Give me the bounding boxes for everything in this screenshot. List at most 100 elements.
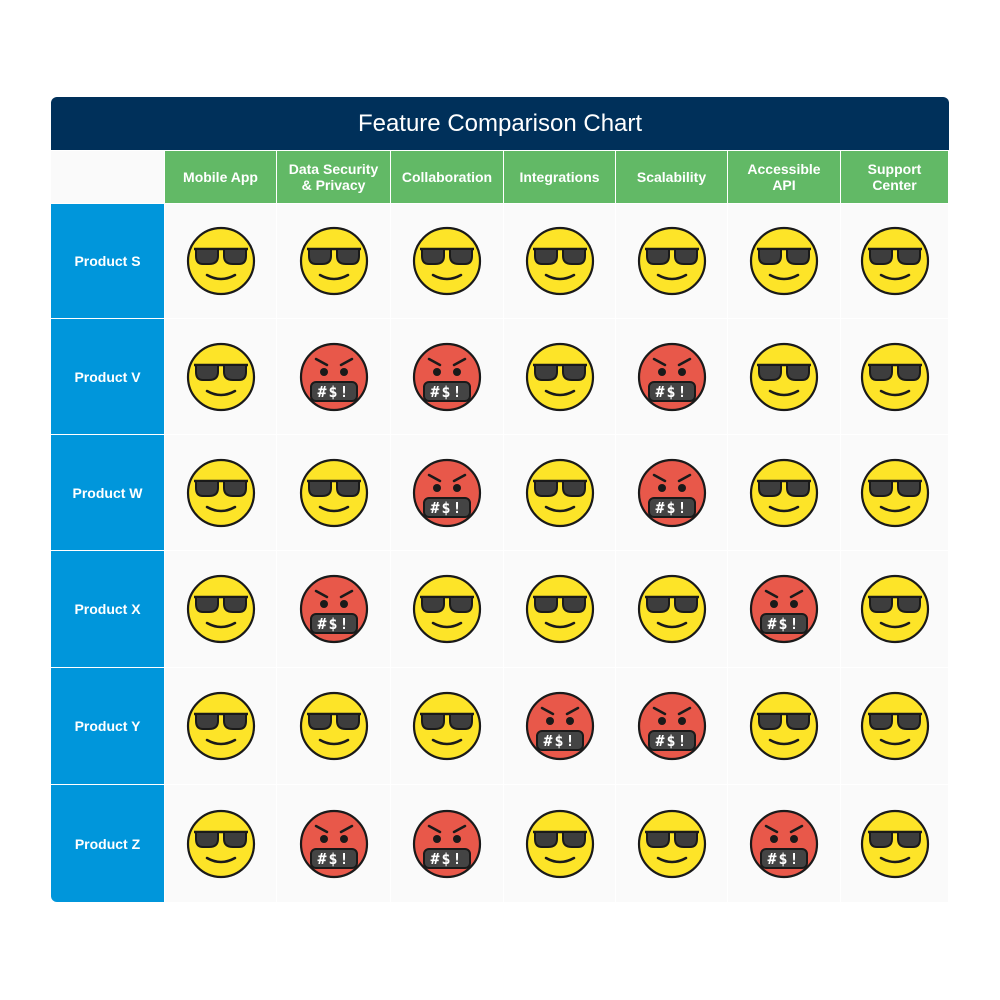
column-header-label: Scalability	[636, 169, 707, 185]
smiling-face-with-sunglasses-icon	[860, 691, 929, 761]
rating-cell: #$!	[728, 551, 840, 667]
symbols-text: #$!	[317, 615, 350, 633]
symbols-text: #$!	[317, 383, 350, 401]
face-with-symbols-on-mouth-icon: #$!	[749, 574, 819, 644]
rating-cell	[841, 319, 948, 434]
rating-cell	[616, 204, 727, 318]
rating-cell	[504, 435, 615, 550]
rating-cell: #$!	[277, 785, 390, 902]
rating-cell	[165, 551, 276, 667]
rating-cell	[728, 319, 840, 434]
column-header-label: Center	[872, 177, 917, 193]
rating-cell	[165, 435, 276, 550]
column-header-label: Collaboration	[401, 169, 493, 185]
smiling-face-with-sunglasses-icon	[186, 691, 255, 761]
smiling-face-with-sunglasses-icon	[637, 574, 706, 644]
rating-cell	[165, 204, 276, 318]
rating-cell: #$!	[391, 785, 503, 902]
smiling-face-with-sunglasses-icon	[637, 226, 706, 296]
row-header: Product X	[51, 551, 164, 667]
smiling-face-with-sunglasses-icon	[749, 226, 819, 296]
column-header-label: Mobile App	[183, 169, 258, 185]
chart-title: Feature Comparison Chart	[51, 97, 949, 150]
rating-cell	[728, 204, 840, 318]
smiling-face-with-sunglasses-icon	[525, 226, 594, 296]
smiling-face-with-sunglasses-icon	[186, 226, 255, 296]
symbols-text: #$!	[430, 499, 463, 517]
row-header: Product S	[51, 204, 164, 318]
face-with-symbols-on-mouth-icon: #$!	[299, 809, 368, 878]
smiling-face-with-sunglasses-icon	[299, 226, 368, 296]
rating-cell	[841, 551, 948, 667]
rating-cell	[165, 668, 276, 784]
symbols-text: #$!	[430, 850, 463, 868]
rating-cell	[616, 785, 727, 902]
smiling-face-with-sunglasses-icon	[299, 691, 368, 761]
rating-cell	[277, 435, 390, 550]
smiling-face-with-sunglasses-icon	[186, 458, 255, 527]
symbols-text: #$!	[767, 850, 800, 868]
rating-cell	[391, 551, 503, 667]
rating-cell	[391, 668, 503, 784]
row-header: Product Z	[51, 785, 164, 902]
smiling-face-with-sunglasses-icon	[186, 342, 255, 411]
smiling-face-with-sunglasses-icon	[749, 342, 819, 411]
smiling-face-with-sunglasses-icon	[860, 458, 929, 527]
smiling-face-with-sunglasses-icon	[860, 226, 929, 296]
smiling-face-with-sunglasses-icon	[186, 574, 255, 644]
column-header: Mobile App	[165, 151, 276, 203]
column-header-label: API	[772, 177, 796, 193]
face-with-symbols-on-mouth-icon: #$!	[412, 809, 482, 878]
column-header-label: & Privacy	[301, 177, 366, 193]
face-with-symbols-on-mouth-icon: #$!	[299, 342, 368, 411]
face-with-symbols-on-mouth-icon: #$!	[749, 809, 819, 878]
smiling-face-with-sunglasses-icon	[412, 574, 482, 644]
rating-cell: #$!	[391, 319, 503, 434]
rating-cell	[277, 668, 390, 784]
column-header: Integrations	[504, 151, 615, 203]
rating-cell	[728, 668, 840, 784]
symbols-text: #$!	[655, 383, 688, 401]
face-with-symbols-on-mouth-icon: #$!	[525, 691, 594, 761]
rating-cell	[504, 319, 615, 434]
rating-cell: #$!	[616, 319, 727, 434]
smiling-face-with-sunglasses-icon	[299, 458, 368, 527]
rating-cell	[504, 551, 615, 667]
symbols-text: #$!	[655, 499, 688, 517]
corner-cell	[51, 151, 164, 203]
row-header: Product V	[51, 319, 164, 434]
rating-cell	[841, 668, 948, 784]
column-header: Scalability	[616, 151, 727, 203]
rating-cell	[504, 204, 615, 318]
symbols-text: #$!	[767, 615, 800, 633]
face-with-symbols-on-mouth-icon: #$!	[637, 342, 706, 411]
rating-cell	[841, 204, 948, 318]
rating-cell: #$!	[616, 668, 727, 784]
rating-cell	[841, 435, 948, 550]
smiling-face-with-sunglasses-icon	[412, 226, 482, 296]
smiling-face-with-sunglasses-icon	[525, 342, 594, 411]
rating-cell: #$!	[277, 319, 390, 434]
symbols-text: #$!	[317, 850, 350, 868]
rating-cell: #$!	[277, 551, 390, 667]
smiling-face-with-sunglasses-icon	[525, 809, 594, 878]
column-header: Support Center	[841, 151, 948, 203]
column-header-label: Support	[867, 161, 922, 177]
row-header: Product W	[51, 435, 164, 550]
face-with-symbols-on-mouth-icon: #$!	[412, 342, 482, 411]
feature-comparison-chart: Feature Comparison Chart Mobile App Data …	[51, 97, 949, 903]
smiling-face-with-sunglasses-icon	[749, 691, 819, 761]
column-header-label: Integrations	[519, 169, 600, 185]
rating-cell	[616, 551, 727, 667]
smiling-face-with-sunglasses-icon	[186, 809, 255, 878]
column-header-label: Data Security	[288, 161, 379, 177]
rating-cell: #$!	[616, 435, 727, 550]
column-header: Data Security & Privacy	[277, 151, 390, 203]
smiling-face-with-sunglasses-icon	[860, 809, 929, 878]
symbols-text: #$!	[430, 383, 463, 401]
rating-cell: #$!	[728, 785, 840, 902]
smiling-face-with-sunglasses-icon	[860, 574, 929, 644]
rating-cell	[165, 319, 276, 434]
row-header: Product Y	[51, 668, 164, 784]
symbols-text: #$!	[543, 732, 576, 750]
